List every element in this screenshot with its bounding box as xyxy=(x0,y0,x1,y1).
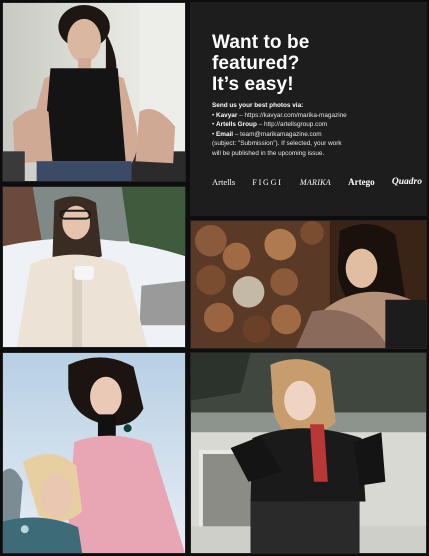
option-name: Kavyar xyxy=(216,111,238,119)
submission-option-email[interactable]: • Email – team@marikamagazine.com xyxy=(212,130,417,140)
logo-marika: MARIKA xyxy=(299,177,331,187)
option-name: Email xyxy=(216,130,234,138)
headline: Want to be featured? It’s easy! xyxy=(212,32,309,95)
option-detail: – https://kavyar.com/marika-magazine xyxy=(237,111,347,119)
photo-woman-black-top xyxy=(2,2,186,182)
option-detail: – http://artellsgroup.com xyxy=(256,121,328,129)
submission-option-artells[interactable]: • Artells Group – http://artellsgroup.co… xyxy=(212,120,417,130)
logo-figgi: FIGGI xyxy=(252,177,283,187)
partner-logos: Artells FIGGI MARIKA Artego Quadro xyxy=(212,174,422,190)
instructions-note-line-1: (subject: "Submission"). If selected, yo… xyxy=(212,140,342,148)
headline-line-2: featured? xyxy=(212,53,300,74)
submission-option-kavyar[interactable]: • Kavyar – https://kavyar.com/marika-mag… xyxy=(212,111,417,121)
logo-artego: Artego xyxy=(348,177,375,187)
option-name: Artells Group xyxy=(216,121,257,129)
photo-two-women xyxy=(2,352,186,554)
logo-quadro: Quadro xyxy=(391,177,422,187)
instructions-note-line-2: will be published in the upcoming issue. xyxy=(212,149,325,157)
option-detail: – team@marikamagazine.com xyxy=(233,130,322,138)
photo-woman-woodpile xyxy=(190,220,427,349)
submission-instructions: Send us your best photos via: • Kavyar –… xyxy=(212,101,417,159)
submission-panel: Want to be featured? It’s easy! Send us … xyxy=(190,2,427,216)
photo-woman-car xyxy=(190,352,427,554)
headline-line-3: It’s easy! xyxy=(212,74,294,95)
logo-artells: Artells xyxy=(212,177,236,187)
headline-line-1: Want to be xyxy=(212,32,310,53)
photo-woman-headscarf xyxy=(2,186,186,348)
instructions-lead: Send us your best photos via: xyxy=(212,102,304,109)
